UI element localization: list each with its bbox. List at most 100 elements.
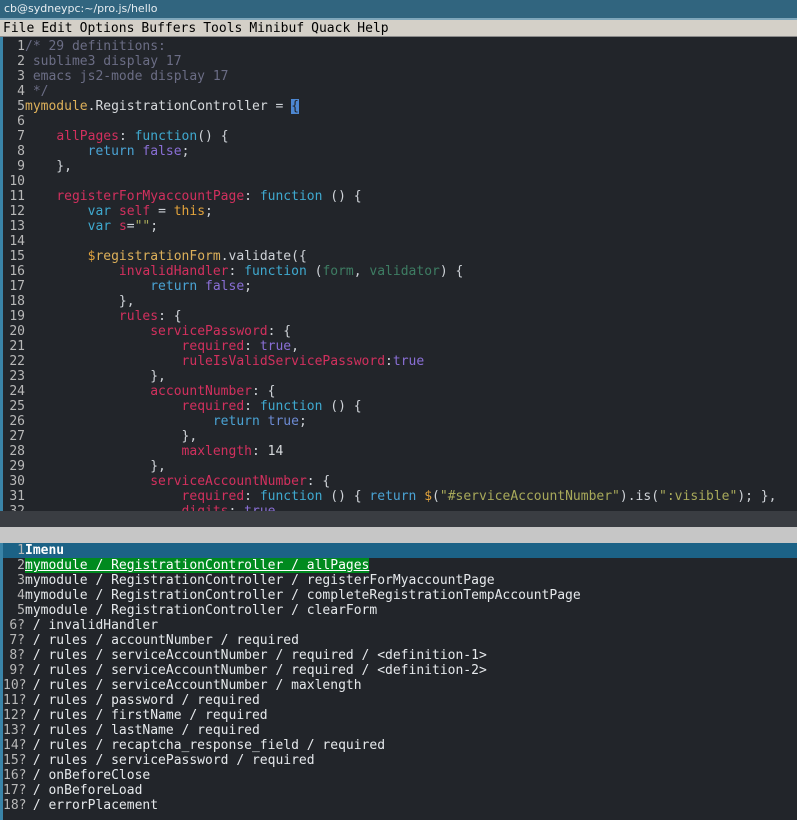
imenu-item[interactable]: 5mymodule / RegistrationController / cle… xyxy=(0,603,797,618)
imenu-item[interactable]: 16? / onBeforeClose xyxy=(0,768,797,783)
menu-item-tools[interactable]: Tools xyxy=(203,21,242,36)
imenu-item[interactable]: 3mymodule / RegistrationController / reg… xyxy=(0,573,797,588)
line-number: 7 xyxy=(17,129,25,144)
code-token: function xyxy=(244,264,307,279)
code-line[interactable]: 31 required: function () { return $("#se… xyxy=(0,489,797,504)
imenu-panel[interactable]: 1Imenu 2mymodule / RegistrationController… xyxy=(0,543,797,820)
code-line[interactable]: 9 }, xyxy=(0,159,797,174)
code-token: }, xyxy=(25,429,198,444)
line-number: 2 xyxy=(17,54,25,69)
code-token: : { xyxy=(251,384,276,399)
imenu-item-label: mymodule / RegistrationController / allP… xyxy=(25,558,370,573)
imenu-item[interactable]: 9? / rules / serviceAccountNumber / requ… xyxy=(0,663,797,678)
line-number: 28 xyxy=(9,444,25,459)
code-line[interactable]: 21 required: true, xyxy=(0,339,797,354)
code-line[interactable]: 30 serviceAccountNumber: { xyxy=(0,474,797,489)
imenu-item[interactable]: 10? / rules / serviceAccountNumber / max… xyxy=(0,678,797,693)
imenu-item[interactable]: 14? / rules / recaptcha_response_field /… xyxy=(0,738,797,753)
imenu-item-label: mymodule / RegistrationController / clea… xyxy=(25,603,378,618)
imenu-item[interactable]: 8? / rules / serviceAccountNumber / requ… xyxy=(0,648,797,663)
code-line[interactable]: 29 }, xyxy=(0,459,797,474)
code-line[interactable]: 20 servicePassword: { xyxy=(0,324,797,339)
code-token: : xyxy=(244,489,260,504)
code-line[interactable]: 24 accountNumber: { xyxy=(0,384,797,399)
code-token: () { xyxy=(322,189,362,204)
code-line[interactable]: 17 return false; xyxy=(0,279,797,294)
menu-item-file[interactable]: File xyxy=(3,21,34,36)
code-line[interactable]: 27 }, xyxy=(0,429,797,444)
code-line[interactable]: 16 invalidHandler: function (form, valid… xyxy=(0,264,797,279)
menu-item-edit[interactable]: Edit xyxy=(41,21,72,36)
imenu-item-label: / errorPlacement xyxy=(25,798,159,813)
code-token: emacs js2-mode display 17 xyxy=(25,69,229,84)
line-number: 13 xyxy=(9,219,25,234)
menu-item-options[interactable]: Options xyxy=(80,21,135,36)
code-line[interactable]: 6 xyxy=(0,114,797,129)
code-token: invalidHandler xyxy=(118,264,229,279)
code-token: : { xyxy=(158,309,182,324)
imenu-item-label: mymodule / RegistrationController / comp… xyxy=(25,588,581,603)
code-line[interactable]: 15 $registrationForm.validate({ xyxy=(0,249,797,264)
menu-bar[interactable]: File Edit Options Buffers Tools Minibuf Quack H… xyxy=(0,20,797,37)
code-line[interactable]: 13 var s=""; xyxy=(0,219,797,234)
imenu-item[interactable]: 18? / errorPlacement xyxy=(0,798,797,813)
window-title-bar: cb@sydneypc:~/pro.js/hello xyxy=(0,0,797,18)
imenu-item[interactable]: 6? / invalidHandler xyxy=(0,618,797,633)
menu-item-quack[interactable]: Quack xyxy=(311,21,350,36)
imenu-header: 1Imenu xyxy=(0,543,797,558)
menu-item-buffers[interactable]: Buffers xyxy=(141,21,196,36)
code-token: required xyxy=(181,489,245,504)
code-token: }, xyxy=(25,159,72,174)
code-line[interactable]: 4 */ xyxy=(0,84,797,99)
line-number: 16 xyxy=(9,264,25,279)
code-line[interactable]: 25 required: function () { xyxy=(0,399,797,414)
imenu-list[interactable]: 1Imenu 2mymodule / RegistrationController… xyxy=(0,543,797,813)
line-number: 24 xyxy=(9,384,25,399)
imenu-item[interactable]: 7? / rules / accountNumber / required xyxy=(0,633,797,648)
code-token: : { xyxy=(267,324,292,339)
imenu-item[interactable]: 4mymodule / RegistrationController / com… xyxy=(0,588,797,603)
code-buffer[interactable]: 1/* 29 definitions: 2 sublime3 display 17… xyxy=(0,37,797,511)
imenu-item[interactable]: 17? / onBeforeLoad xyxy=(0,783,797,798)
code-token: ; xyxy=(181,144,190,159)
code-line[interactable]: 19 rules: { xyxy=(0,309,797,324)
menu-item-minibuf[interactable]: Minibuf xyxy=(249,21,304,36)
imenu-item[interactable]: 13? / rules / lastName / required xyxy=(0,723,797,738)
code-line[interactable]: 1/* 29 definitions: xyxy=(0,39,797,54)
line-number: 6 xyxy=(17,114,25,129)
imenu-item[interactable]: 15? / rules / servicePassword / required xyxy=(0,753,797,768)
code-lines[interactable]: 1/* 29 definitions: 2 sublime3 display 17… xyxy=(0,37,797,511)
code-line[interactable]: 2 sublime3 display 17 xyxy=(0,54,797,69)
code-line[interactable]: 28 maxlength: 14 xyxy=(0,444,797,459)
line-number: 14 xyxy=(9,234,25,249)
code-line[interactable]: 5mymodule.RegistrationController = { xyxy=(0,99,797,114)
code-line[interactable]: 32 digits: true, xyxy=(0,504,797,511)
imenu-item-label: / rules / serviceAccountNumber / maxleng… xyxy=(25,678,362,693)
imenu-item[interactable]: 12? / rules / firstName / required xyxy=(0,708,797,723)
code-line[interactable]: 23 }, xyxy=(0,369,797,384)
code-line[interactable]: 18 }, xyxy=(0,294,797,309)
code-line[interactable]: 11 registerForMyaccountPage: function ()… xyxy=(0,189,797,204)
code-token: () { xyxy=(322,399,362,414)
code-token: return xyxy=(369,489,425,504)
code-line[interactable]: 14 xyxy=(0,234,797,249)
code-token: ; xyxy=(205,204,213,219)
code-line[interactable]: 10 xyxy=(0,174,797,189)
imenu-item[interactable]: 2mymodule / RegistrationController / all… xyxy=(0,558,797,573)
code-line[interactable]: 3 emacs js2-mode display 17 xyxy=(0,69,797,84)
imenu-row-number: 1 xyxy=(17,543,25,558)
imenu-item[interactable]: 11? / rules / password / required xyxy=(0,693,797,708)
code-line[interactable]: 8 return false; xyxy=(0,144,797,159)
code-line[interactable]: 26 return true; xyxy=(0,414,797,429)
code-token: rules xyxy=(118,309,159,324)
menu-item-help[interactable]: Help xyxy=(357,21,388,36)
code-line[interactable]: 7 allPages: function() { xyxy=(0,129,797,144)
code-line[interactable]: 22 ruleIsValidServicePassword:true xyxy=(0,354,797,369)
code-line[interactable]: 12 var self = this; xyxy=(0,204,797,219)
line-number: 30 xyxy=(9,474,25,489)
